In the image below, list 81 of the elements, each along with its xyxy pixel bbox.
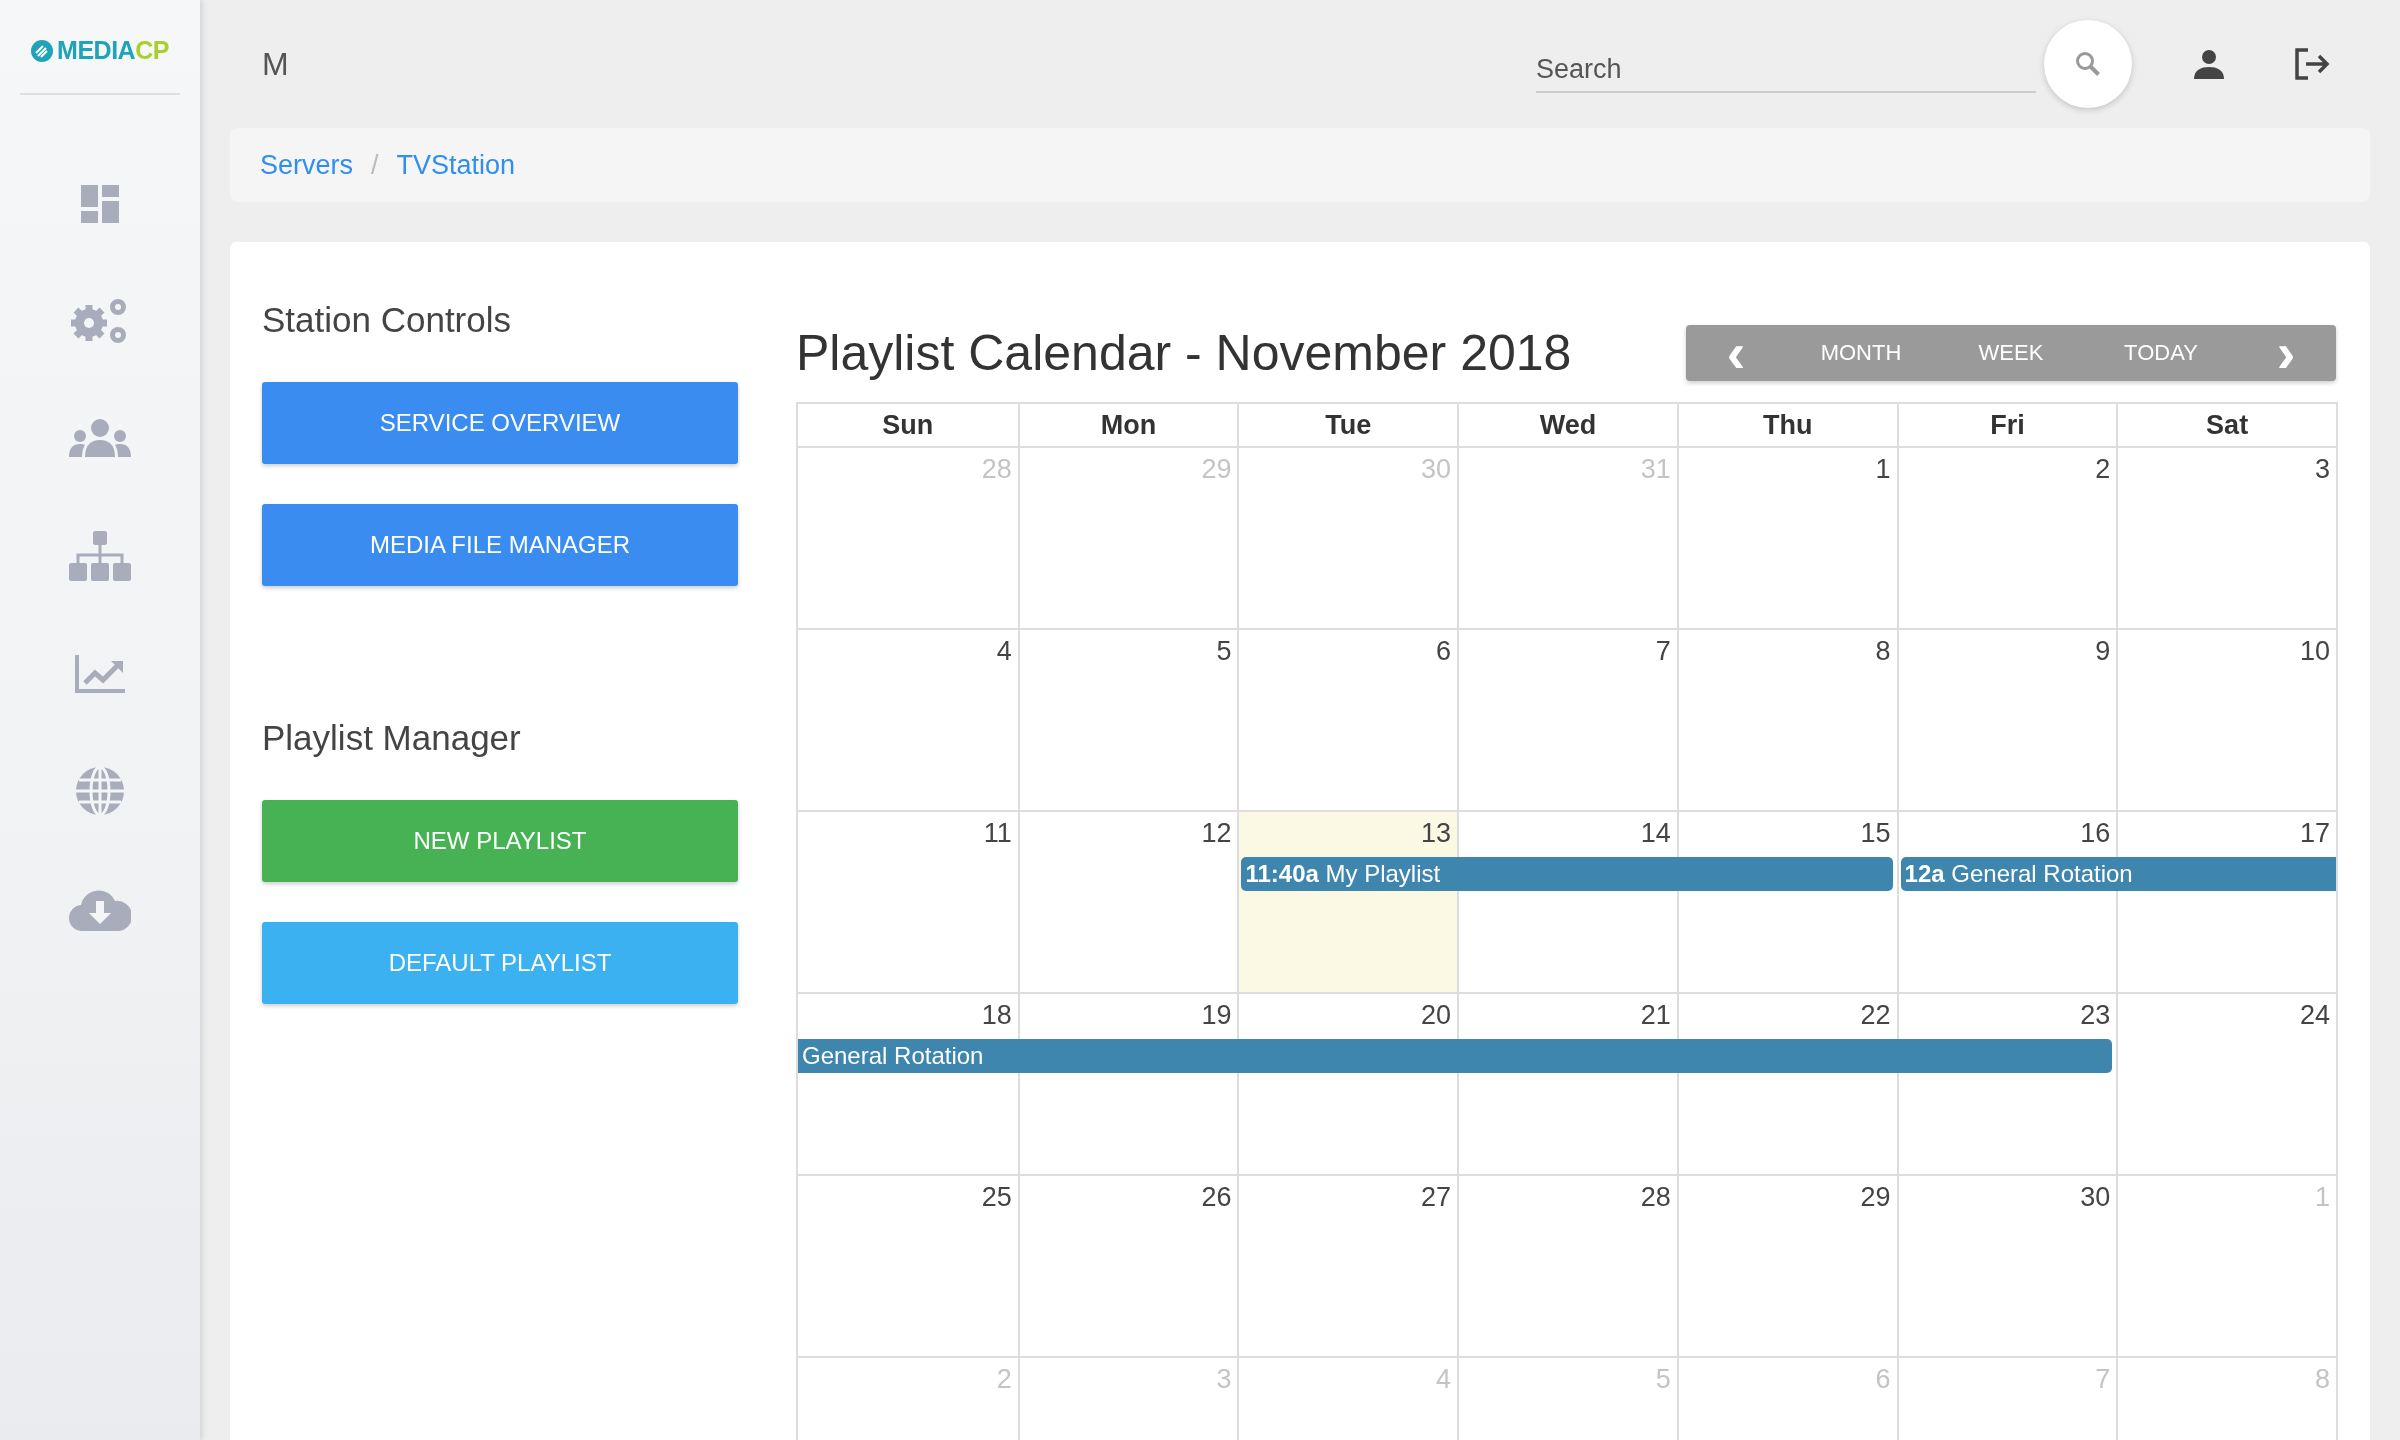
day-number: 8 xyxy=(2314,1363,2331,1396)
weekday-header: Fri xyxy=(1896,404,2117,446)
day-number: 29 xyxy=(1201,453,1233,486)
breadcrumb-link[interactable]: Servers xyxy=(260,149,354,181)
event-bar[interactable]: 12a General Rotation xyxy=(1900,857,2336,891)
weekday-header: Wed xyxy=(1457,404,1677,446)
weekday-header: Sat xyxy=(2116,404,2336,446)
day-number: 17 xyxy=(2299,817,2331,850)
day-number: 5 xyxy=(1655,1363,1672,1396)
day-number: 20 xyxy=(1421,999,1453,1032)
user-icon[interactable] xyxy=(2194,49,2224,79)
chart-icon[interactable] xyxy=(75,655,125,693)
day-number: 21 xyxy=(1640,999,1672,1032)
day-number: 10 xyxy=(2299,635,2331,668)
day-number: 11 xyxy=(983,817,1013,850)
brand-logo[interactable]: MEDIACP xyxy=(57,36,169,65)
search-icon xyxy=(2075,51,2101,77)
day-number: 31 xyxy=(1640,453,1672,486)
search-button[interactable] xyxy=(2044,20,2132,108)
breadcrumb-separator: / xyxy=(371,149,379,181)
section-heading: Playlist Manager xyxy=(262,718,522,758)
day-number: 4 xyxy=(1436,1363,1453,1396)
day-number: 12 xyxy=(1201,817,1233,850)
day-number: 28 xyxy=(981,453,1013,486)
day-number: 28 xyxy=(1640,1181,1672,1214)
cloud-download-icon[interactable] xyxy=(69,889,131,931)
day-number: 3 xyxy=(1216,1363,1233,1396)
day-number: 22 xyxy=(1860,999,1892,1032)
day-number: 1 xyxy=(2314,1181,2331,1214)
day-number: 27 xyxy=(1421,1181,1453,1214)
event-bar[interactable]: 11:40a My Playlist xyxy=(1241,857,1893,891)
view-button[interactable]: WEEK xyxy=(1936,325,2086,381)
weekday-header: Tue xyxy=(1237,404,1458,446)
day-number: 15 xyxy=(1860,817,1892,850)
hierarchy-icon[interactable] xyxy=(69,531,131,581)
day-number: 14 xyxy=(1640,817,1672,850)
day-number: 4 xyxy=(996,635,1013,668)
day-number: 26 xyxy=(1201,1181,1233,1214)
day-number: 2 xyxy=(996,1363,1013,1396)
day-number: 13 xyxy=(1421,817,1453,850)
day-number: 16 xyxy=(2080,817,2112,850)
day-number: 6 xyxy=(1436,635,1453,668)
day-number: 6 xyxy=(1875,1363,1892,1396)
event-bar[interactable]: General Rotation xyxy=(798,1039,2113,1073)
logo-icon xyxy=(31,39,54,62)
day-number: 5 xyxy=(1216,635,1233,668)
logout-icon[interactable] xyxy=(2294,48,2330,80)
panel-button[interactable]: MEDIA FILE MANAGER xyxy=(262,504,738,586)
weekday-header: Sun xyxy=(881,409,935,442)
panel-button[interactable]: SERVICE OVERVIEW xyxy=(262,382,738,464)
day-number: 7 xyxy=(1655,635,1672,668)
previous-button[interactable]: ‹ xyxy=(1686,325,1786,381)
globe-icon[interactable] xyxy=(76,767,124,815)
day-number: 3 xyxy=(2314,453,2331,486)
page-title: M xyxy=(262,45,290,83)
day-number: 7 xyxy=(2095,1363,2112,1396)
calendar-title: Playlist Calendar - November 2018 xyxy=(796,324,1572,382)
day-number: 9 xyxy=(2095,635,2112,668)
day-number: 1 xyxy=(1875,453,1892,486)
view-button[interactable]: MONTH xyxy=(1786,325,1936,381)
dashboard-icon[interactable] xyxy=(81,185,119,223)
panel-button[interactable]: DEFAULT PLAYLIST xyxy=(262,922,738,1004)
weekday-header: Thu xyxy=(1676,404,1897,446)
day-number: 18 xyxy=(981,999,1013,1032)
day-number: 2 xyxy=(2095,453,2112,486)
day-number: 25 xyxy=(981,1181,1013,1214)
day-number: 30 xyxy=(1421,453,1453,486)
next-button[interactable]: › xyxy=(2236,325,2336,381)
breadcrumb-link[interactable]: TVStation xyxy=(396,149,516,181)
panel-button[interactable]: NEW PLAYLIST xyxy=(262,800,738,882)
day-number: 29 xyxy=(1860,1181,1892,1214)
search-field[interactable]: Search xyxy=(1536,47,2036,93)
day-number: 19 xyxy=(1201,999,1233,1032)
users-icon[interactable] xyxy=(69,419,131,457)
day-number: 24 xyxy=(2299,999,2331,1032)
day-number: 30 xyxy=(2080,1181,2112,1214)
section-heading: Station Controls xyxy=(262,300,513,340)
weekday-header: Mon xyxy=(1017,404,1238,446)
view-button[interactable]: TODAY xyxy=(2086,325,2236,381)
day-number: 8 xyxy=(1875,635,1892,668)
day-number: 23 xyxy=(2080,999,2112,1032)
